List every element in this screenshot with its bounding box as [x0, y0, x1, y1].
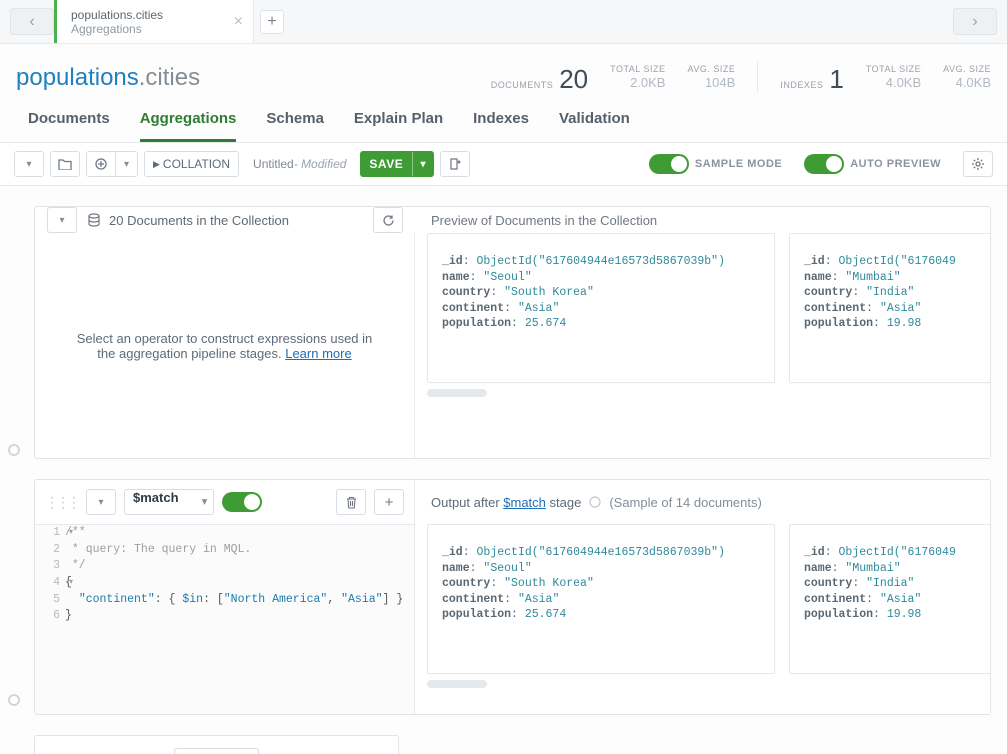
gear-icon [971, 157, 985, 171]
auto-preview-toggle[interactable] [804, 154, 844, 174]
nav-forward-button[interactable]: › [953, 8, 997, 35]
save-button[interactable]: SAVE [360, 151, 412, 177]
save-button-group: SAVE ▾ [360, 151, 434, 177]
chevron-down-icon: ▾ [98, 497, 103, 508]
document-card: _id: ObjectId("617604944e16573d5867039b"… [427, 524, 775, 674]
collapse-stage-button[interactable]: ▾ [86, 489, 116, 515]
tab-indexes[interactable]: Indexes [473, 110, 529, 142]
preview-label: Preview of Documents in the Collection [431, 213, 657, 228]
stage-operator-select[interactable]: $match [124, 489, 214, 515]
stage-enabled-toggle[interactable] [222, 492, 262, 512]
document-card: _id: ObjectId("617604944e16573d5867039b"… [427, 233, 775, 383]
tab-aggregations[interactable]: Aggregations [140, 110, 237, 142]
stage-panel: ⋮⋮⋮ ▾ $match + 1▾/**2 * query: The query… [34, 479, 991, 715]
sample-mode-label: SAMPLE MODE [695, 158, 782, 170]
add-stage-after-button[interactable]: + [374, 489, 404, 515]
coll-name: .cities [139, 64, 200, 91]
add-stage-panel: ADD STAGE [34, 735, 399, 754]
new-pipeline-dropdown[interactable]: ▾ [116, 151, 138, 177]
document-card: _id: ObjectId("6176049name: "Mumbai"coun… [789, 233, 990, 383]
tab-schema[interactable]: Schema [266, 110, 324, 142]
chevron-down-icon: ▾ [420, 159, 426, 170]
folder-icon [58, 158, 72, 170]
settings-button[interactable] [963, 151, 993, 177]
collapse-source-button[interactable]: ▾ [47, 207, 77, 233]
db-name: populations [16, 64, 139, 91]
collection-metrics: DOCUMENTS 20 TOTAL SIZE 2.0KB AVG. SIZE … [491, 62, 991, 92]
pipeline-node-icon [8, 444, 20, 456]
pipeline-name: Untitled- Modified [245, 157, 354, 171]
chevron-down-icon: ▾ [59, 215, 64, 226]
nav-back-button[interactable]: ‹ [10, 8, 54, 35]
operator-hint: Select an operator to construct expressi… [35, 233, 415, 458]
export-pipeline-button[interactable] [440, 151, 470, 177]
chevron-right-icon: › [972, 13, 977, 31]
documents-count: 20 [559, 66, 588, 92]
new-pipeline-button[interactable] [86, 151, 116, 177]
new-tab-button[interactable]: + [260, 10, 284, 34]
pipeline-menu-button[interactable]: ▾ [14, 151, 44, 177]
add-stage-button[interactable]: ADD STAGE [174, 748, 259, 754]
sample-mode-toggle[interactable] [649, 154, 689, 174]
refresh-icon [382, 214, 395, 227]
drag-handle-icon[interactable]: ⋮⋮⋮ [45, 494, 78, 511]
output-label: Output after $match stage [431, 495, 581, 510]
plus-circle-icon [95, 158, 107, 170]
tab-section: Aggregations [71, 22, 213, 36]
tab-validation[interactable]: Validation [559, 110, 630, 142]
indexes-count: 1 [829, 66, 843, 92]
tab-explain-plan[interactable]: Explain Plan [354, 110, 443, 142]
total-size-value: 2.0KB [630, 75, 665, 90]
pipeline-node-icon [8, 694, 20, 706]
tab-documents[interactable]: Documents [28, 110, 110, 142]
idx-avg-size-label: AVG. SIZE [943, 64, 991, 74]
tab-namespace: populations.cities [71, 8, 213, 22]
source-count-text: 20 Documents in the Collection [109, 213, 289, 228]
delete-stage-button[interactable] [336, 489, 366, 515]
chevron-down-icon: ▾ [124, 159, 129, 170]
idx-total-size-label: TOTAL SIZE [866, 64, 921, 74]
learn-more-link[interactable]: Learn more [285, 346, 351, 361]
export-icon [448, 157, 462, 171]
documents-label: DOCUMENTS [491, 80, 554, 90]
avg-size-value: 104B [705, 75, 735, 90]
play-icon: ▶ [153, 159, 160, 170]
document-card: _id: ObjectId("6176049name: "Mumbai"coun… [789, 524, 990, 674]
chevron-left-icon: ‹ [29, 13, 34, 31]
stage-editor[interactable]: 1▾/**2 * query: The query in MQL.3 */4▾{… [35, 524, 414, 714]
open-pipeline-button[interactable] [50, 151, 80, 177]
collection-tab[interactable]: populations.cities Aggregations × [54, 0, 254, 43]
refresh-source-button[interactable] [373, 207, 403, 233]
stage-link[interactable]: $match [503, 495, 546, 510]
close-tab-icon[interactable]: × [234, 13, 243, 31]
scrollbar[interactable] [427, 680, 487, 688]
plus-icon: + [267, 13, 276, 31]
collation-label: COLLATION [163, 157, 230, 171]
auto-preview-label: AUTO PREVIEW [850, 158, 941, 170]
info-icon [589, 496, 601, 508]
database-icon [87, 213, 101, 227]
plus-icon: + [385, 494, 394, 511]
save-dropdown[interactable]: ▾ [412, 151, 434, 177]
scrollbar[interactable] [427, 389, 487, 397]
idx-avg-size-value: 4.0KB [956, 75, 991, 90]
chevron-down-icon: ▾ [26, 159, 31, 170]
idx-total-size-value: 4.0KB [886, 75, 921, 90]
avg-size-label: AVG. SIZE [687, 64, 735, 74]
indexes-label: INDEXES [780, 80, 823, 90]
total-size-label: TOTAL SIZE [610, 64, 665, 74]
sample-count: (Sample of 14 documents) [609, 495, 761, 510]
trash-icon [346, 496, 357, 509]
source-panel: ▾ 20 Documents in the Collection Preview… [34, 206, 991, 459]
namespace-title: populations.cities [16, 64, 200, 92]
new-pipeline-button-group: ▾ [86, 151, 138, 177]
collation-button[interactable]: ▶ COLLATION [144, 151, 239, 177]
